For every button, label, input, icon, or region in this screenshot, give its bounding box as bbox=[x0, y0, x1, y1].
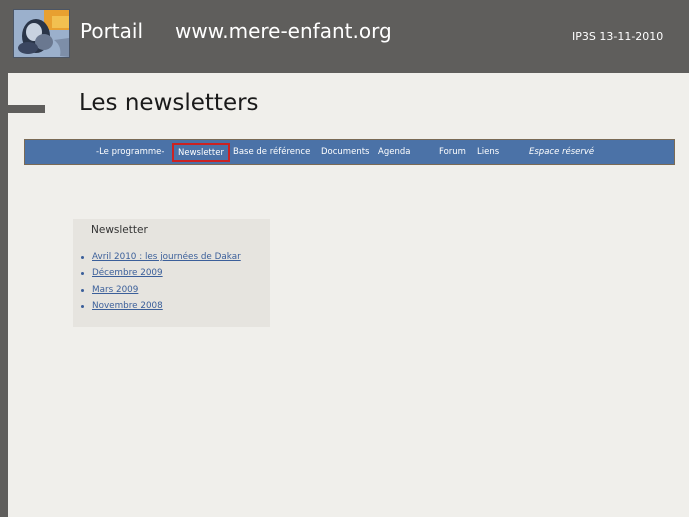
portal-title: Portail bbox=[80, 19, 144, 43]
header-bar: Portail www.mere-enfant.org IP3S 13-11-2… bbox=[0, 0, 689, 73]
nav-item-documents[interactable]: Documents bbox=[321, 147, 369, 158]
page-title: Les newsletters bbox=[79, 90, 259, 116]
list-item: Avril 2010 : les journées de Dakar bbox=[81, 251, 241, 267]
nav-item-espace-reserve[interactable]: Espace réservé bbox=[529, 147, 594, 158]
nav-item-programme[interactable]: -Le programme- bbox=[96, 147, 164, 158]
bullet-icon bbox=[81, 288, 84, 292]
left-side-bar bbox=[0, 73, 8, 517]
nav-item-newsletter[interactable]: Newsletter bbox=[172, 143, 230, 162]
site-url: www.mere-enfant.org bbox=[175, 19, 392, 43]
list-item: Décembre 2009 bbox=[81, 267, 241, 283]
newsletter-link[interactable]: Avril 2010 : les journées de Dakar bbox=[92, 252, 241, 262]
nav-item-base-reference[interactable]: Base de référence bbox=[233, 147, 310, 158]
bullet-icon bbox=[81, 272, 84, 276]
main-navigation: -Le programme- Newsletter Base de référe… bbox=[24, 139, 675, 165]
newsletter-link[interactable]: Décembre 2009 bbox=[92, 268, 163, 278]
nav-item-liens[interactable]: Liens bbox=[477, 147, 499, 158]
mother-child-logo-icon[interactable] bbox=[13, 9, 70, 58]
newsletter-list: Avril 2010 : les journées de Dakar Décem… bbox=[81, 251, 241, 316]
newsletter-panel: Newsletter Avril 2010 : les journées de … bbox=[73, 219, 270, 327]
bullet-icon bbox=[81, 256, 84, 259]
panel-title: Newsletter bbox=[91, 224, 148, 236]
date-label: IP3S 13-11-2010 bbox=[572, 30, 664, 43]
left-accent-bar bbox=[0, 105, 45, 113]
newsletter-link[interactable]: Novembre 2008 bbox=[92, 301, 163, 311]
nav-item-forum[interactable]: Forum bbox=[439, 147, 466, 158]
bullet-icon bbox=[81, 304, 84, 308]
newsletter-link[interactable]: Mars 2009 bbox=[92, 285, 138, 295]
nav-item-agenda[interactable]: Agenda bbox=[378, 147, 410, 158]
list-item: Novembre 2008 bbox=[81, 300, 241, 316]
list-item: Mars 2009 bbox=[81, 284, 241, 300]
